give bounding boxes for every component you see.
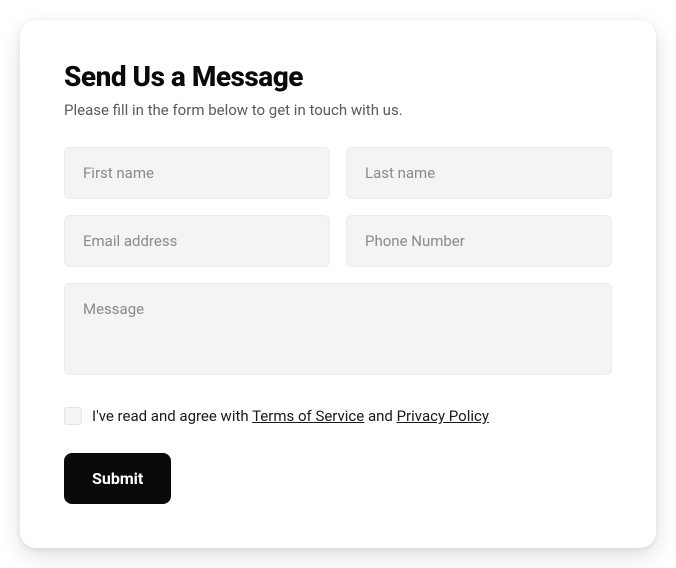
terms-of-service-link[interactable]: Terms of Service — [252, 407, 364, 425]
form-heading: Send Us a Message — [64, 60, 612, 93]
phone-input[interactable] — [346, 215, 612, 267]
contact-row — [64, 215, 612, 267]
submit-button[interactable]: Submit — [64, 453, 171, 504]
consent-text: I've read and agree with Terms of Servic… — [92, 407, 489, 425]
last-name-input[interactable] — [346, 147, 612, 199]
consent-checkbox[interactable] — [64, 407, 82, 425]
name-row — [64, 147, 612, 199]
first-name-input[interactable] — [64, 147, 330, 199]
consent-prefix: I've read and agree with — [92, 407, 252, 425]
consent-middle: and — [364, 407, 396, 425]
message-input[interactable] — [64, 283, 612, 375]
form-subheading: Please fill in the form below to get in … — [64, 101, 612, 119]
consent-row: I've read and agree with Terms of Servic… — [64, 407, 612, 425]
contact-form-card: Send Us a Message Please fill in the for… — [20, 20, 656, 548]
privacy-policy-link[interactable]: Privacy Policy — [397, 407, 489, 425]
email-input[interactable] — [64, 215, 330, 267]
